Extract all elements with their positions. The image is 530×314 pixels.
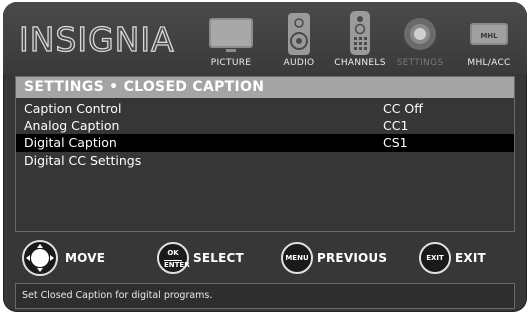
exit-button-icon: EXIT	[419, 242, 451, 274]
nav-item-picture[interactable]: PICTURE	[201, 2, 261, 74]
enter-text: ENTER	[164, 260, 190, 269]
brand-logo: INSIGNIA	[18, 19, 175, 59]
nav-item-mhl-acc[interactable]: MHL MHL/ACC	[459, 2, 519, 74]
menu-row-caption-control[interactable]: Caption Control CC Off	[16, 100, 514, 118]
gear-icon	[404, 18, 436, 50]
row-label: Digital Caption	[24, 135, 117, 150]
remote-icon	[350, 11, 370, 55]
row-value: CS1	[383, 135, 408, 150]
hint-previous: MENU PREVIOUS	[281, 234, 401, 282]
hint-label-exit: EXIT	[455, 251, 486, 265]
row-value: CC1	[383, 118, 409, 133]
hint-select: OK ENTER SELECT	[157, 234, 277, 282]
ok-enter-button-icon: OK ENTER	[157, 242, 190, 274]
panel-title: SETTINGS • CLOSED CAPTION	[16, 77, 514, 98]
hint-label-previous: PREVIOUS	[317, 251, 388, 265]
mhl-badge-text: MHL	[480, 32, 498, 40]
menu-button-icon: MENU	[281, 242, 313, 274]
menu-row-digital-cc-settings[interactable]: Digital CC Settings	[16, 152, 514, 170]
status-help-text: Set Closed Caption for digital programs.	[15, 283, 515, 309]
hint-label-move: MOVE	[65, 251, 106, 265]
hint-exit: EXIT EXIT	[419, 234, 509, 282]
nav-item-settings[interactable]: SETTINGS	[392, 2, 448, 74]
ok-text: OK	[167, 249, 179, 257]
nav-label-picture: PICTURE	[210, 58, 252, 68]
nav-label-channels: CHANNELS	[334, 58, 386, 68]
nav-label-mhl-acc: MHL/ACC	[467, 58, 511, 68]
speaker-icon	[288, 13, 310, 55]
tv-menu-frame: INSIGNIA PICTURE AUDIO CHANNELS SETTINGS…	[3, 2, 527, 312]
closed-caption-panel: SETTINGS • CLOSED CAPTION Caption Contro…	[15, 76, 515, 232]
dpad-icon	[22, 240, 58, 276]
nav-item-channels[interactable]: CHANNELS	[330, 2, 390, 74]
top-nav-bar: INSIGNIA PICTURE AUDIO CHANNELS SETTINGS…	[3, 2, 527, 74]
nav-label-settings: SETTINGS	[396, 58, 444, 68]
menu-row-analog-caption[interactable]: Analog Caption CC1	[16, 117, 514, 135]
hint-label-select: SELECT	[193, 251, 244, 265]
tv-icon	[209, 18, 253, 52]
row-label: Caption Control	[24, 101, 122, 116]
row-label: Digital CC Settings	[24, 153, 142, 168]
row-label: Analog Caption	[24, 118, 120, 133]
nav-item-audio[interactable]: AUDIO	[279, 2, 319, 74]
nav-label-audio: AUDIO	[283, 58, 315, 68]
exit-button-text: EXIT	[426, 254, 444, 262]
menu-button-text: MENU	[285, 254, 309, 262]
row-value: CC Off	[383, 101, 423, 116]
menu-row-digital-caption[interactable]: Digital Caption CS1	[16, 134, 514, 152]
hint-move: MOVE	[21, 234, 131, 282]
mhl-icon: MHL	[470, 23, 508, 45]
